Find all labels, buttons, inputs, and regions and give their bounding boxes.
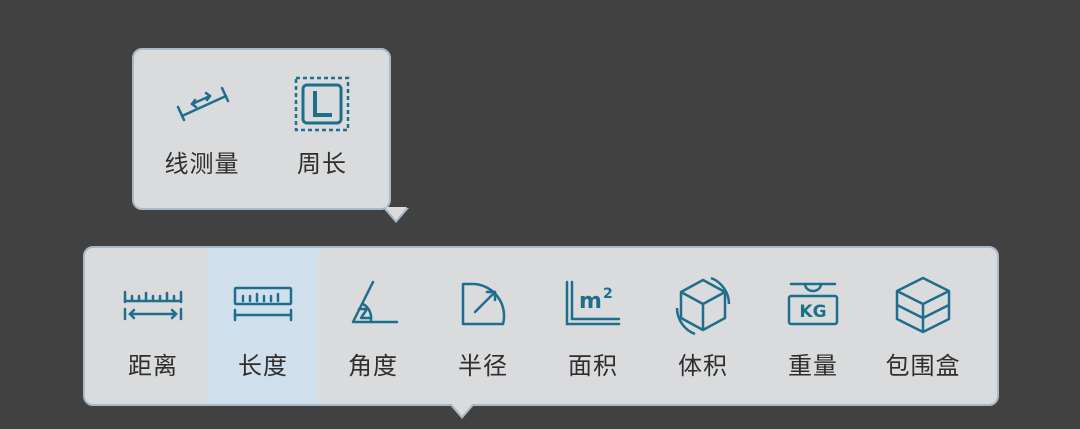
perimeter-button[interactable]: 周长 <box>272 50 372 208</box>
area-icon: m 2 <box>565 280 621 326</box>
volume-button[interactable]: 体积 <box>648 248 758 404</box>
volume-icon <box>675 276 731 336</box>
svg-text:m: m <box>579 289 602 314</box>
distance-label: 距离 <box>128 352 178 380</box>
volume-label: 体积 <box>678 352 728 380</box>
svg-text:KG: KG <box>799 302 826 322</box>
area-button[interactable]: m 2 面积 <box>538 248 648 404</box>
weight-button[interactable]: KG 重量 <box>758 248 868 404</box>
perimeter-icon <box>294 76 350 132</box>
angle-label: 角度 <box>348 352 398 380</box>
line-measure-icon <box>176 86 230 122</box>
line-measure-button[interactable]: 线测量 <box>152 50 252 208</box>
length-button[interactable]: 长度 <box>208 248 318 404</box>
line-measure-label: 线测量 <box>164 150 240 178</box>
length-icon <box>233 286 293 322</box>
perimeter-label: 周长 <box>297 150 347 178</box>
radius-button[interactable]: 半径 <box>428 248 538 404</box>
angle-icon <box>351 280 399 324</box>
bounding-box-icon <box>895 276 951 334</box>
line-measure-popover: 线测量 周长 <box>132 48 409 223</box>
bounding-box-button[interactable]: 包围盒 <box>868 248 978 404</box>
weight-label: 重量 <box>788 352 838 380</box>
popover-pointer <box>385 207 407 220</box>
length-label: 长度 <box>238 352 288 380</box>
svg-text:2: 2 <box>603 286 613 302</box>
toolbar-pointer <box>451 403 473 416</box>
radius-label: 半径 <box>458 352 508 380</box>
radius-icon <box>461 282 506 326</box>
area-label: 面积 <box>568 352 618 380</box>
bounding-box-label: 包围盒 <box>885 352 961 380</box>
measurement-toolbar: 距离 长度 角度 半径 m 2 面积 体积 KG 重量 包围盒 <box>83 246 999 419</box>
distance-icon <box>123 290 183 321</box>
weight-icon: KG <box>787 282 839 326</box>
angle-button[interactable]: 角度 <box>318 248 428 404</box>
distance-button[interactable]: 距离 <box>98 248 208 404</box>
